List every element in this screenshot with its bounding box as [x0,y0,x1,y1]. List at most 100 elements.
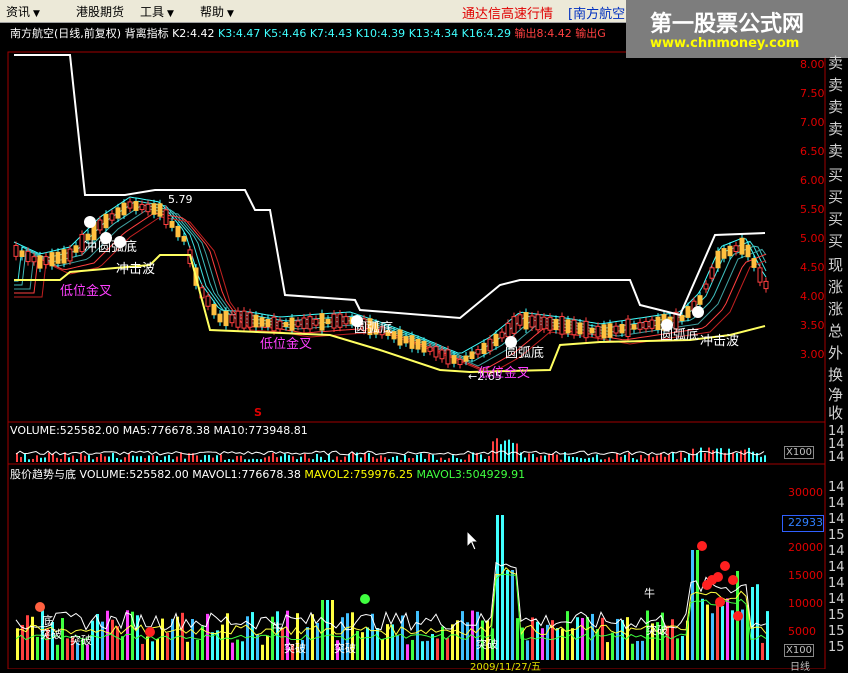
candle-body [613,325,619,334]
trend-bar [441,626,444,660]
trend-bar [231,642,234,660]
candle-body [745,244,751,258]
candle-body [457,358,463,366]
trend-signal-dot [720,561,730,571]
indicator-k2: K2:4.42 [172,27,215,40]
signal-dot [692,306,704,318]
trend-y-tick: 10000 [788,597,823,610]
volume-ma10: MA10:773948.81 [213,424,308,437]
volume-bar [68,457,70,462]
volume-bar [612,459,614,462]
volume-bar [652,457,654,462]
mavol1: MAVOL1:776678.38 [192,468,301,481]
volume-bar [680,452,682,462]
volume-bar [96,456,98,462]
volume-bar [196,455,198,462]
side-num: 14 [828,576,845,591]
volume-bar [480,454,482,462]
volume-bar [392,456,394,462]
trend-signal-dot [360,594,370,604]
volume-bar [416,454,418,462]
volume-bar [212,457,214,462]
side-num: 14 [828,560,845,575]
volume-bar [668,454,670,462]
volume-bar [380,455,382,462]
trend-bar [716,604,719,660]
volume-bar [216,455,218,462]
quote-label: 收 [828,404,844,422]
volume-header: VOLUME:525582.00 MA5:776678.38 MA10:7739… [10,424,308,437]
quote-label: 涨 [828,300,844,318]
trend-label: 突破 [70,634,92,647]
volume-bar [620,456,622,462]
trend-bar [381,639,384,660]
trend-bar [141,643,144,660]
trend-bar [366,627,369,660]
volume-bar [260,459,262,462]
volume-bar [572,456,574,462]
volume-bar [468,454,470,462]
signal-label: 低位金叉 [260,337,313,352]
side-num: 14 [828,480,845,495]
trend-bar [751,586,754,660]
trend-bar [406,644,409,660]
signal-label: 低位金叉 [60,284,113,299]
volume-bar [376,458,378,462]
candle-body [67,248,73,262]
candle-body [643,320,649,330]
volume-bar [640,454,642,462]
s-marker: S [254,406,262,419]
volume-bar [128,453,130,462]
trend-bar [16,628,19,660]
quote-label: 现 [828,256,844,274]
candle-body [445,349,451,365]
candle-body [13,244,19,257]
candle-body [577,322,583,335]
volume-bar [588,457,590,462]
volume-bar [232,459,234,462]
trend-bar [536,621,539,660]
volume-bar [284,453,286,462]
indicator-k5: K5:4.46 [263,27,307,40]
volume-bar [384,457,386,462]
indicator-k16: K16:4.29 [461,27,512,40]
volume-bar [172,459,174,462]
volume-bar [168,455,170,462]
candle-body [517,314,523,326]
candle-body [331,313,337,329]
trend-header: 股价趋势与底 VOLUME:525582.00 MAVOL1:776678.38… [10,466,525,482]
mouse-cursor-icon [466,530,480,551]
trend-bar [446,637,449,660]
quote-label: 买 [828,232,844,250]
candle-body [601,324,607,339]
trend-title: 股价趋势与底 VOLUME:525582.00 [10,468,189,481]
trend-bar [691,550,694,660]
trend-bar [596,629,599,660]
volume-bar [628,452,630,462]
candle-body [571,319,577,336]
ma-band-line [14,204,767,362]
candle-body [97,219,103,231]
trend-bar [511,570,514,660]
candle-body [619,323,625,334]
candle-body [37,255,43,269]
volume-bar [92,459,94,462]
volume-bar [500,444,502,462]
candle-body [313,318,319,326]
candle-body [295,320,301,327]
volume-bar [176,456,178,462]
volume-bar [568,456,570,462]
trend-bar [756,584,759,660]
y-tick: 5.50 [800,203,825,216]
volume-bar [676,459,678,462]
volume-bar [48,452,50,462]
volume-bar [316,453,318,462]
candle-body [157,203,163,217]
volume-bar [56,457,58,462]
volume-bar [140,456,142,462]
candle-body [595,325,601,338]
trend-bar [311,614,314,660]
quote-label: 买 [828,188,844,206]
stop-line [14,54,766,320]
volume-bar [508,439,510,462]
